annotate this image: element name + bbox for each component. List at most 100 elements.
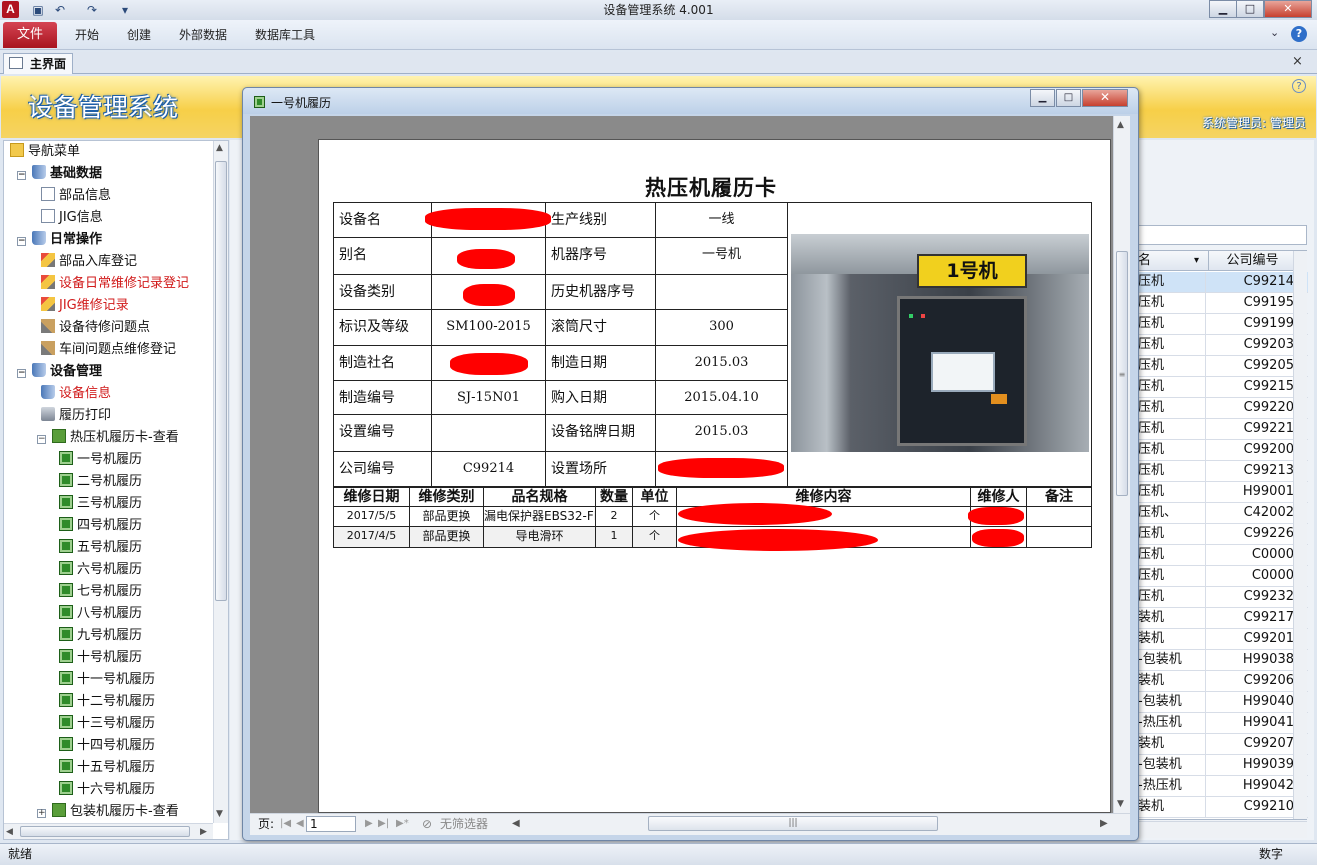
report-maximize-button[interactable]: □ <box>1056 89 1081 107</box>
cell-name[interactable]: 压机 <box>1136 524 1206 545</box>
cell-company-no[interactable]: C99199 <box>1208 314 1296 335</box>
nav-item[interactable]: − 基础数据 <box>17 163 102 185</box>
cell-company-no[interactable]: C99201 <box>1208 629 1296 650</box>
nav-item[interactable]: 十一号机履历 <box>59 669 155 691</box>
cell-company-no[interactable]: C99215 <box>1208 377 1296 398</box>
header-help-icon[interactable]: ? <box>1292 79 1306 93</box>
nav-item[interactable]: 导航菜单 <box>10 141 80 163</box>
report-close-button[interactable]: ✕ <box>1082 89 1128 107</box>
cell-company-no[interactable]: H99001 <box>1208 482 1296 503</box>
datasheet-row[interactable]: 压机 C99215 <box>1136 377 1308 398</box>
nav-item[interactable]: 十三号机履历 <box>59 713 155 735</box>
cell-company-no[interactable]: C99207 <box>1208 734 1296 755</box>
nav-vertical-scrollbar[interactable]: ▲ ▼ <box>213 141 228 823</box>
cell-name[interactable]: 装机 <box>1136 629 1206 650</box>
cell-name[interactable]: 压机 <box>1136 377 1206 398</box>
datasheet-row[interactable]: 压机 C99213 <box>1136 461 1308 482</box>
expand-icon[interactable]: + <box>37 809 46 818</box>
datasheet-row[interactable]: 压机 C99232 <box>1136 587 1308 608</box>
scroll-right-icon[interactable]: ▶ <box>1100 814 1108 834</box>
nav-item[interactable]: 三号机履历 <box>59 493 142 515</box>
datasheet-row[interactable]: 压机 C99205 <box>1136 356 1308 377</box>
cell-name[interactable]: 装机 <box>1136 608 1206 629</box>
cell-company-no[interactable]: C99214 <box>1208 272 1296 293</box>
cell-name[interactable]: 压机、 <box>1136 503 1206 524</box>
nav-item[interactable]: 十四号机履历 <box>59 735 155 757</box>
report-vertical-scrollbar[interactable]: ▲ ≡ ▼ <box>1113 116 1130 813</box>
cell-company-no[interactable]: H99040 <box>1208 692 1296 713</box>
close-button[interactable]: ✕ <box>1264 0 1312 18</box>
datasheet-row[interactable]: 压机 C99200 <box>1136 440 1308 461</box>
datasheet-row[interactable]: 装机 C99207 <box>1136 734 1308 755</box>
nav-item[interactable]: 设备日常维修记录登记 <box>41 273 189 295</box>
nav-item[interactable]: 车间问题点维修登记 <box>41 339 176 361</box>
nav-item[interactable]: 五号机履历 <box>59 537 142 559</box>
cell-name[interactable]: 装机 <box>1136 734 1206 755</box>
nav-item[interactable]: 九号机履历 <box>59 625 142 647</box>
cell-company-no[interactable]: C99200 <box>1208 440 1296 461</box>
first-page-icon[interactable]: |◀ <box>280 814 291 834</box>
tab-create[interactable]: 创建 <box>127 22 151 48</box>
report-minimize-button[interactable]: ▁ <box>1030 89 1055 107</box>
nav-item[interactable]: JIG信息 <box>41 207 103 229</box>
cell-name[interactable]: -包装机 <box>1136 755 1206 776</box>
datasheet-row[interactable]: 压机 C99221 <box>1136 419 1308 440</box>
cell-name[interactable]: 压机 <box>1136 587 1206 608</box>
datasheet-row[interactable]: 装机 C99217 <box>1136 608 1308 629</box>
cell-name[interactable]: -包装机 <box>1136 650 1206 671</box>
cell-name[interactable]: 压机 <box>1136 545 1206 566</box>
help-icon[interactable]: ? <box>1291 26 1307 42</box>
cell-name[interactable]: 压机 <box>1136 566 1206 587</box>
nav-item[interactable]: − 日常操作 <box>17 229 102 251</box>
next-page-icon[interactable]: ▶ <box>365 814 373 834</box>
scroll-left-icon[interactable]: ◀ <box>512 814 520 834</box>
tab-home[interactable]: 开始 <box>75 22 99 48</box>
cell-company-no[interactable]: C99220 <box>1208 398 1296 419</box>
cell-company-no[interactable]: C42002 <box>1208 503 1296 524</box>
datasheet-row[interactable]: 压机 C99226 <box>1136 524 1308 545</box>
cell-company-no[interactable]: H99038 <box>1208 650 1296 671</box>
datasheet-row[interactable]: 压机 C0000 <box>1136 566 1308 587</box>
nav-item[interactable]: 十二号机履历 <box>59 691 155 713</box>
nav-item[interactable]: 四号机履历 <box>59 515 142 537</box>
cell-name[interactable]: -热压机 <box>1136 713 1206 734</box>
filter-icon[interactable]: ⊘ <box>422 814 432 834</box>
datasheet-row[interactable]: -包装机 H99038 <box>1136 650 1308 671</box>
datasheet-row[interactable]: 压机 H99001 <box>1136 482 1308 503</box>
datasheet-row[interactable]: 压机 C99214 <box>1136 272 1308 293</box>
cell-company-no[interactable]: H99039 <box>1208 755 1296 776</box>
nav-item[interactable]: 八号机履历 <box>59 603 142 625</box>
ribbon-collapse-icon[interactable]: ⌄ <box>1270 26 1279 39</box>
cell-company-no[interactable]: C99232 <box>1208 587 1296 608</box>
cell-company-no[interactable]: C99226 <box>1208 524 1296 545</box>
cell-name[interactable]: 压机 <box>1136 398 1206 419</box>
column-header-name[interactable]: 名 <box>1138 251 1151 271</box>
nav-item[interactable]: 十号机履历 <box>59 647 142 669</box>
cell-company-no[interactable]: C99213 <box>1208 461 1296 482</box>
sort-dropdown-icon[interactable]: ▾ <box>1194 251 1199 271</box>
cell-company-no[interactable]: H99041 <box>1208 713 1296 734</box>
nav-item[interactable]: 部品入库登记 <box>41 251 137 273</box>
tab-file[interactable]: 文件 <box>3 22 57 48</box>
prev-page-icon[interactable]: ◀ <box>296 814 304 834</box>
nav-item[interactable]: 六号机履历 <box>59 559 142 581</box>
page-number-input[interactable]: 1 <box>306 816 356 832</box>
nav-item[interactable]: 设备信息 <box>41 383 111 405</box>
cell-name[interactable]: 压机 <box>1136 461 1206 482</box>
datasheet-row[interactable]: 压机 C99199 <box>1136 314 1308 335</box>
cell-name[interactable]: -包装机 <box>1136 692 1206 713</box>
cell-company-no[interactable]: C0000 <box>1208 566 1296 587</box>
datasheet-row[interactable]: 压机 C99203 <box>1136 335 1308 356</box>
maximize-button[interactable]: □ <box>1236 0 1264 18</box>
cell-name[interactable]: 压机 <box>1136 293 1206 314</box>
no-filter-label[interactable]: 无筛选器 <box>440 814 488 834</box>
collapse-icon[interactable]: − <box>17 369 26 378</box>
nav-item[interactable]: 部品信息 <box>41 185 111 207</box>
datasheet-row[interactable]: 压机、 C42002 <box>1136 503 1308 524</box>
column-header-company-no[interactable]: 公司编号 <box>1208 251 1296 271</box>
cell-name[interactable]: 压机 <box>1136 356 1206 377</box>
nav-item[interactable]: − 设备管理 <box>17 361 102 383</box>
cell-company-no[interactable]: C99206 <box>1208 671 1296 692</box>
tab-database-tools[interactable]: 数据库工具 <box>255 22 315 48</box>
datasheet-row[interactable]: 压机 C99195 <box>1136 293 1308 314</box>
